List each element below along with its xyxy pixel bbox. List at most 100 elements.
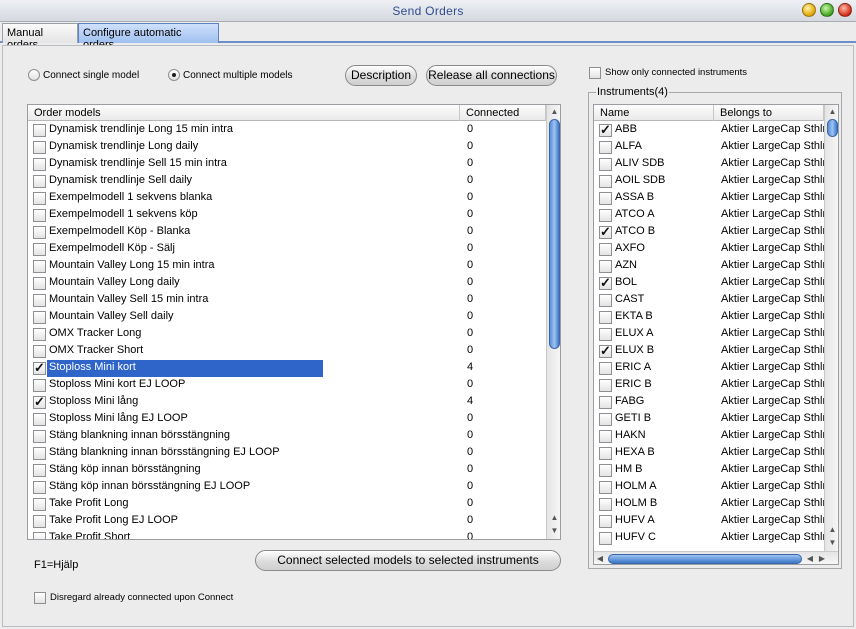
models-scrollbar[interactable]: ▲ ▲ ▼ (546, 105, 560, 539)
row-checkbox[interactable] (33, 498, 46, 511)
table-row[interactable]: ATCO A Aktier LargeCap Sthlm (594, 207, 824, 224)
column-name[interactable]: Name (594, 105, 714, 121)
table-row[interactable]: Stäng blankning innan börsstängning 0 (28, 428, 546, 445)
row-checkbox[interactable] (599, 175, 612, 188)
minimize-button[interactable] (802, 3, 816, 17)
row-checkbox[interactable] (33, 360, 46, 376)
table-row[interactable]: Mountain Valley Long daily 0 (28, 275, 546, 292)
table-row[interactable]: Dynamisk trendlinje Long 15 min intra 0 (28, 122, 546, 139)
row-checkbox[interactable] (599, 311, 612, 324)
row-checkbox[interactable] (599, 328, 612, 341)
table-row[interactable]: EKTA B Aktier LargeCap Sthlm (594, 309, 824, 326)
row-checkbox[interactable] (599, 447, 612, 460)
instruments-hscrollbar[interactable]: ◀ ◀ ▶ (594, 551, 838, 564)
row-checkbox[interactable] (33, 515, 46, 528)
row-checkbox[interactable] (599, 396, 612, 409)
tab-manual-orders[interactable]: Manual orders (2, 23, 78, 51)
table-row[interactable]: Dynamisk trendlinje Long daily 0 (28, 139, 546, 156)
table-row[interactable]: Exempelmodell Köp - Sälj 0 (28, 241, 546, 258)
table-row[interactable]: Exempelmodell 1 sekvens blanka 0 (28, 190, 546, 207)
row-checkbox[interactable] (599, 243, 612, 256)
disregard-connected-checkbox[interactable] (34, 592, 46, 604)
row-checkbox[interactable] (33, 192, 46, 205)
row-checkbox[interactable] (599, 275, 612, 291)
row-checkbox[interactable] (33, 260, 46, 273)
table-row[interactable]: HAKN Aktier LargeCap Sthlm (594, 428, 824, 445)
row-checkbox[interactable] (33, 124, 46, 137)
row-checkbox[interactable] (33, 413, 46, 426)
instruments-vscroll-thumb[interactable] (827, 119, 838, 137)
column-belongs-to[interactable]: Belongs to (714, 105, 824, 121)
row-checkbox[interactable] (599, 498, 612, 511)
description-button[interactable]: Description (345, 65, 417, 86)
connect-single-radio[interactable] (28, 69, 40, 81)
row-checkbox[interactable] (599, 532, 612, 545)
table-row[interactable]: AXFO Aktier LargeCap Sthlm (594, 241, 824, 258)
row-checkbox[interactable] (33, 447, 46, 460)
table-row[interactable]: Mountain Valley Sell daily 0 (28, 309, 546, 326)
table-row[interactable]: GETI B Aktier LargeCap Sthlm (594, 411, 824, 428)
row-checkbox[interactable] (599, 362, 612, 375)
table-row[interactable]: ATCO B Aktier LargeCap Sthlm (594, 224, 824, 241)
table-row[interactable]: Stäng köp innan börsstängning 0 (28, 462, 546, 479)
scroll-up-icon[interactable]: ▲ (547, 105, 560, 118)
table-row[interactable]: HOLM B Aktier LargeCap Sthlm (594, 496, 824, 513)
table-row[interactable]: HOLM A Aktier LargeCap Sthlm (594, 479, 824, 496)
table-row[interactable]: Stoploss Mini lång 4 (28, 394, 546, 411)
table-row[interactable]: AOIL SDB Aktier LargeCap Sthlm (594, 173, 824, 190)
row-checkbox[interactable] (33, 158, 46, 171)
row-checkbox[interactable] (599, 481, 612, 494)
show-only-connected-checkbox[interactable] (589, 67, 601, 79)
row-checkbox[interactable] (599, 260, 612, 273)
column-order-models[interactable]: Order models (28, 105, 460, 121)
scroll-left-icon[interactable]: ◀ (804, 552, 816, 564)
release-all-button[interactable]: Release all connections (426, 65, 557, 86)
row-checkbox[interactable] (599, 209, 612, 222)
table-row[interactable]: BOL Aktier LargeCap Sthlm (594, 275, 824, 292)
row-checkbox[interactable] (33, 394, 46, 410)
table-row[interactable]: Mountain Valley Sell 15 min intra 0 (28, 292, 546, 309)
table-row[interactable]: ASSA B Aktier LargeCap Sthlm (594, 190, 824, 207)
table-row[interactable]: ALIV SDB Aktier LargeCap Sthlm (594, 156, 824, 173)
table-row[interactable]: ERIC B Aktier LargeCap Sthlm (594, 377, 824, 394)
table-row[interactable]: ABB Aktier LargeCap Sthlm (594, 122, 824, 139)
row-checkbox[interactable] (33, 226, 46, 239)
scroll-down-icon[interactable]: ▼ (547, 524, 560, 537)
row-checkbox[interactable] (599, 464, 612, 477)
table-row[interactable]: ELUX B Aktier LargeCap Sthlm (594, 343, 824, 360)
table-row[interactable]: CAST Aktier LargeCap Sthlm (594, 292, 824, 309)
table-row[interactable]: OMX Tracker Long 0 (28, 326, 546, 343)
scroll-right-icon[interactable]: ▶ (816, 552, 828, 564)
row-checkbox[interactable] (33, 277, 46, 290)
table-row[interactable]: Dynamisk trendlinje Sell 15 min intra 0 (28, 156, 546, 173)
table-row[interactable]: AZN Aktier LargeCap Sthlm (594, 258, 824, 275)
scroll-up-icon[interactable]: ▲ (547, 511, 560, 524)
row-checkbox[interactable] (33, 175, 46, 188)
table-row[interactable]: ALFA Aktier LargeCap Sthlm (594, 139, 824, 156)
scroll-down-icon[interactable]: ▼ (825, 536, 838, 549)
connect-selected-button[interactable]: Connect selected models to selected inst… (255, 550, 561, 571)
row-checkbox[interactable] (33, 243, 46, 256)
table-row[interactable]: HUFV A Aktier LargeCap Sthlm (594, 513, 824, 530)
tab-configure-automatic-orders[interactable]: Configure automatic orders (78, 23, 219, 51)
models-scroll-thumb[interactable] (549, 119, 560, 349)
row-checkbox[interactable] (599, 430, 612, 443)
column-connected[interactable]: Connected (460, 105, 546, 121)
row-checkbox[interactable] (33, 379, 46, 392)
row-checkbox[interactable] (599, 413, 612, 426)
row-checkbox[interactable] (33, 345, 46, 358)
row-checkbox[interactable] (33, 328, 46, 341)
zoom-button[interactable] (820, 3, 834, 17)
table-row[interactable]: HUFV C Aktier LargeCap Sthlm (594, 530, 824, 547)
table-row[interactable]: Stäng blankning innan börsstängning EJ L… (28, 445, 546, 462)
row-checkbox[interactable] (33, 141, 46, 154)
connect-multiple-radio[interactable] (168, 69, 180, 81)
row-checkbox[interactable] (33, 294, 46, 307)
row-checkbox[interactable] (599, 515, 612, 528)
table-row[interactable]: Take Profit Long EJ LOOP 0 (28, 513, 546, 530)
row-checkbox[interactable] (33, 430, 46, 443)
row-checkbox[interactable] (33, 464, 46, 477)
row-checkbox[interactable] (33, 481, 46, 494)
table-row[interactable]: ERIC A Aktier LargeCap Sthlm (594, 360, 824, 377)
table-row[interactable]: HM B Aktier LargeCap Sthlm (594, 462, 824, 479)
